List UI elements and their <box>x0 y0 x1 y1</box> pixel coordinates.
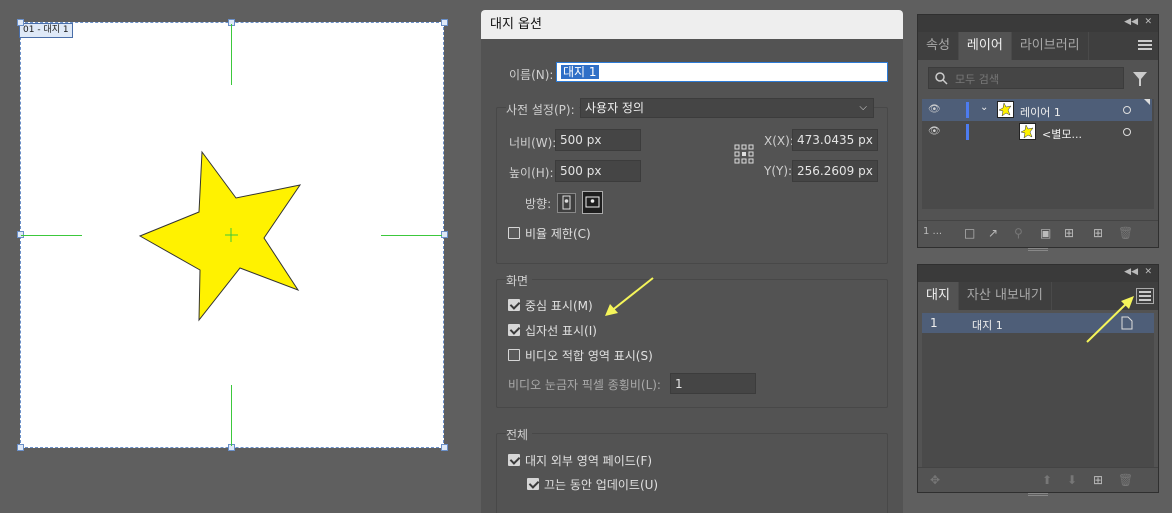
portrait-button[interactable] <box>557 193 576 213</box>
search-icon <box>935 72 948 85</box>
selected-corner-icon <box>1144 99 1150 105</box>
layers-search[interactable]: 모두 검색 <box>928 67 1124 89</box>
panel-topbar: ◀◀ ✕ <box>918 265 1158 282</box>
tab-layers[interactable]: 레이어 <box>958 32 1012 60</box>
constrain-label: 비율 제한(C) <box>525 227 591 241</box>
tab-properties[interactable]: 속성 <box>918 32 959 60</box>
layer-name: <별모... <box>1042 128 1082 141</box>
landscape-button[interactable] <box>582 191 603 214</box>
close-icon[interactable]: ✕ <box>1144 267 1152 277</box>
artboards-bottom-bar: ✥ ⬆ ⬇ ⊞ 🗑 <box>918 467 1158 492</box>
layer-thumbnail <box>1019 123 1036 140</box>
name-input-value: 대지 1 <box>561 65 599 79</box>
global-section-title: 전체 <box>506 426 533 443</box>
new-layer-icon[interactable]: ⊞ <box>1093 226 1103 240</box>
portrait-icon <box>562 195 571 210</box>
layer-row[interactable]: 👁 <별모... <box>922 121 1152 143</box>
new-sublayer-icon[interactable]: ⊞ <box>1064 226 1074 240</box>
x-label: X(X): <box>764 134 794 148</box>
artboard-options-dialog: 대지 옵션 이름(N): 대지 1 사전 설정(P): 사용자 정의 ⌵ 너비(… <box>481 10 903 513</box>
close-icon[interactable]: ✕ <box>1144 17 1152 27</box>
panel-menu-icon[interactable] <box>1138 40 1152 52</box>
collapse-icon[interactable]: ◀◀ <box>1124 17 1138 27</box>
star-shape[interactable] <box>138 150 302 322</box>
preset-value: 사용자 정의 <box>585 101 645 115</box>
panel-topbar: ◀◀ ✕ <box>918 15 1158 32</box>
search-placeholder: 모두 검색 <box>955 73 999 86</box>
chevron-down-icon: ⌵ <box>859 102 867 113</box>
global-group <box>496 433 888 513</box>
annotation-arrow-2 <box>1086 296 1134 343</box>
update-while-drag-checkbox[interactable] <box>527 478 539 490</box>
show-video-label: 비디오 적합 영역 표시(S) <box>525 349 653 363</box>
video-ratio-label: 비디오 눈금자 픽셀 종횡비(L): <box>508 378 661 392</box>
move-down-icon[interactable]: ⬇ <box>1067 473 1077 487</box>
preset-dropdown[interactable]: 사용자 정의 ⌵ <box>580 98 874 118</box>
layer-name: 레이어 1 <box>1020 106 1061 119</box>
canvas-area[interactable]: 01 - 대지 1 <box>0 0 468 513</box>
rearrange-icon[interactable]: ✥ <box>930 473 940 487</box>
locate-object-icon[interactable]: ⚲ <box>1014 226 1023 240</box>
show-video-checkbox[interactable] <box>508 349 520 361</box>
width-label: 너비(W): <box>509 136 557 150</box>
artboard-name: 대지 1 <box>972 319 1003 332</box>
layer-count: 1 ... <box>923 226 943 237</box>
layer-color-bar <box>966 124 969 140</box>
artboard-index: 1 <box>930 316 938 330</box>
preset-label: 사전 설정(P): <box>506 101 579 118</box>
display-section-title: 화면 <box>506 272 533 289</box>
y-input[interactable]: 256.2609 px <box>792 160 878 182</box>
filter-icon[interactable] <box>1132 71 1148 87</box>
new-artboard-icon[interactable]: ⊞ <box>1093 473 1103 487</box>
reference-point-icon[interactable] <box>734 144 755 165</box>
star-layer <box>138 150 302 322</box>
width-input[interactable]: 500 px <box>555 129 641 151</box>
clipping-mask-icon[interactable]: ▣ <box>1040 226 1051 240</box>
tab-asset-export[interactable]: 자산 내보내기 <box>959 282 1052 310</box>
name-input[interactable]: 대지 1 <box>556 62 888 82</box>
chevron-down-icon[interactable]: ⌄ <box>980 102 988 113</box>
height-label: 높이(H): <box>509 166 554 180</box>
dialog-title: 대지 옵션 <box>481 10 903 39</box>
show-center-checkbox[interactable] <box>508 299 520 311</box>
layer-color-bar <box>966 102 969 118</box>
layer-thumbnail <box>997 101 1014 118</box>
tab-artboards[interactable]: 대지 <box>918 282 959 310</box>
annotation-arrow-1 <box>605 277 654 316</box>
delete-icon[interactable]: 🗑 <box>1118 226 1133 240</box>
fade-label: 대지 외부 영역 페이드(F) <box>525 454 653 468</box>
layers-bottom-bar: 1 ... □ ↗ ⚲ ▣ ⊞ ⊞ 🗑 <box>918 220 1158 247</box>
layer-row[interactable]: 👁 ⌄ 레이어 1 <box>922 99 1152 121</box>
constrain-checkbox[interactable] <box>508 227 520 239</box>
video-ratio-input[interactable]: 1 <box>670 373 756 394</box>
height-input[interactable]: 500 px <box>555 160 641 182</box>
layers-panel: ◀◀ ✕ 속성 레이어 라이브러리 모두 검색 👁 ⌄ 레이어 1 👁 <별모.… <box>917 14 1159 251</box>
eye-icon[interactable]: 👁 <box>928 104 941 115</box>
update-while-drag-label: 끄는 동안 업데이트(U) <box>544 478 659 492</box>
name-label: 이름(N): <box>509 68 554 82</box>
resize-grip[interactable] <box>1028 493 1048 496</box>
fade-checkbox[interactable] <box>508 454 520 466</box>
eye-icon[interactable]: 👁 <box>928 126 941 137</box>
resize-grip[interactable] <box>1028 248 1048 251</box>
y-label: Y(Y): <box>764 164 793 178</box>
layers-tabbar: 속성 레이어 라이브러리 <box>918 32 1158 60</box>
show-crosshair-checkbox[interactable] <box>508 324 520 336</box>
tab-libraries[interactable]: 라이브러리 <box>1012 32 1089 60</box>
export-icon[interactable]: ↗ <box>988 226 998 240</box>
collect-export-icon[interactable]: □ <box>964 226 975 240</box>
show-crosshair-label: 십자선 표시(I) <box>525 324 597 338</box>
landscape-icon <box>585 196 600 208</box>
orientation-label: 방향: <box>525 197 552 211</box>
move-up-icon[interactable]: ⬆ <box>1042 473 1052 487</box>
show-center-label: 중심 표시(M) <box>525 299 593 313</box>
collapse-icon[interactable]: ◀◀ <box>1124 267 1138 277</box>
x-input[interactable]: 473.0435 px <box>792 129 878 151</box>
target-icon[interactable] <box>1123 106 1131 114</box>
delete-icon[interactable]: 🗑 <box>1118 473 1133 487</box>
target-icon[interactable] <box>1123 128 1131 136</box>
